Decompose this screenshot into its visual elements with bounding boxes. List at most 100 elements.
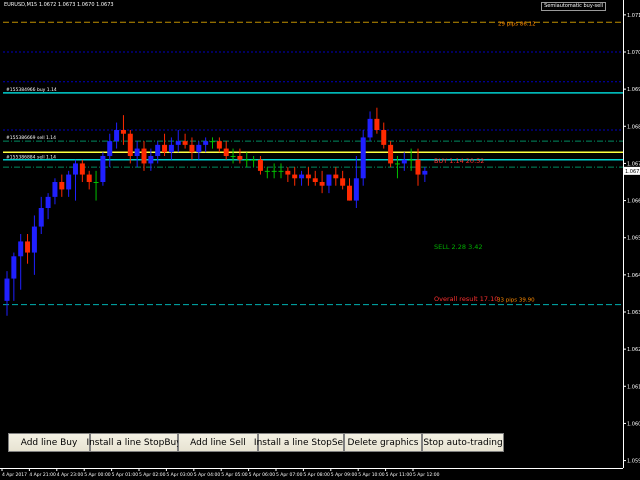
time-tick-label: 5 Apr 07:00 [276,472,303,478]
candle-body [251,159,257,161]
candle-body [86,174,92,182]
price-tick-label: 1.0695 [627,87,640,93]
symbol-info: EURUSD,M15 1.0672 1.0673 1.0670 1.0673 [4,2,114,8]
candle-body [340,178,346,186]
candle-body [305,174,311,179]
candle-body [347,185,352,201]
trade-toolbar: Add line Buy Install a line StopBuy Add … [8,433,504,453]
candle-body [244,159,250,161]
install-stopsell-button[interactable]: Install a line StopSell [254,433,348,452]
candle-body [141,148,147,164]
price-tick-label: 1.0625 [627,347,640,353]
candle-body [388,144,394,164]
time-tick-label: 5 Apr 12:00 [413,472,440,478]
time-tick-label: 5 Apr 01:00 [112,472,139,478]
candle-body [210,141,215,143]
install-stopbuy-button[interactable]: Install a line StopBuy [86,433,182,452]
candle-body [59,182,65,190]
candle-body [353,178,359,201]
candle-body [38,208,44,227]
candle-body [175,141,181,145]
time-tick-label: 5 Apr 05:00 [221,472,248,478]
candle-body [299,174,305,179]
candle-body [4,278,10,301]
candle-body [120,130,126,134]
candle-body [31,226,37,253]
time-tick-label: 5 Apr 09:00 [331,472,358,478]
candle-body [230,156,236,157]
candle-body [271,170,277,172]
candle-body [312,178,318,182]
candle-body [134,148,140,156]
overall-result-text: Overall result 17.10 [434,295,498,303]
candle-body [79,163,85,175]
candle-body [25,241,31,253]
chart-background [0,0,640,480]
time-tick-label: 4 Apr 2017 [2,472,27,478]
candle-body [367,118,373,138]
add-line-buy-button[interactable]: Add line Buy [8,433,90,452]
current-price-label: 1.0673 [625,169,640,175]
price-tick-label: 1.0645 [627,273,640,279]
candle-body [223,148,229,156]
sell-result-text: SELL 2.28 3.42 [434,243,483,251]
price-tick-label: 1.0705 [627,50,640,56]
candle-body [189,144,195,153]
candle-body [182,141,188,145]
time-tick-label: 4 Apr 23:00 [57,472,84,478]
price-tick-label: 1.0655 [627,236,640,242]
bottom-pips-label: 33 pips 39.90 [497,298,535,304]
time-tick-label: 5 Apr 02:00 [139,472,166,478]
buy-result-text: BUY 1.14 20.52 [434,157,484,165]
time-tick-label: 5 Apr 04:00 [194,472,221,478]
candle-body [127,133,133,156]
candle-body [360,137,366,179]
price-tick-label: 1.0665 [627,199,640,205]
candle-body [333,174,339,179]
candle-body [422,170,428,175]
price-tick-label: 1.0685 [627,124,640,130]
candle-body [11,256,17,279]
price-tick-label: 1.0615 [627,384,640,390]
candle-body [196,144,202,153]
candle-body [285,170,291,175]
time-tick-label: 4 Apr 21:00 [29,472,56,478]
candle-body [148,156,154,164]
candle-body [168,144,174,153]
price-tick-label: 1.0595 [627,459,640,465]
candle-body [401,159,407,164]
candle-body [73,163,78,175]
chart-canvas[interactable]: 29 pips 86.12 #155384966 buy 1.14 #1553866… [0,0,640,480]
candle-body [100,156,106,182]
candle-body [319,182,325,186]
candle-body [394,163,400,165]
candle-body [114,130,120,142]
price-tick-label: 1.0605 [627,421,640,427]
price-tick-label: 1.0675 [627,161,640,167]
candle-body [264,170,270,172]
candle-body [237,156,243,160]
candle-body [326,174,332,186]
price-tick-label: 1.0715 [627,13,640,19]
time-tick-label: 5 Apr 11:00 [386,472,413,478]
candle-body [381,130,387,145]
candle-body [45,196,51,208]
top-pips-label: 29 pips 86.12 [498,21,536,27]
candle-body [66,174,72,190]
time-tick-label: 5 Apr 10:00 [358,472,385,478]
candle-body [292,174,298,179]
candle-body [408,159,414,161]
price-chart[interactable]: 29 pips 86.12 #155384966 buy 1.14 #1553866… [0,0,640,480]
candle-body [52,182,58,197]
candle-body [18,241,24,257]
stop-auto-trading-button[interactable]: Stop auto-trading [422,433,504,452]
candle-body [93,182,99,183]
delete-graphics-button[interactable]: Delete graphics [344,433,422,452]
time-tick-label: 5 Apr 08:00 [303,472,330,478]
candle-body [155,144,161,156]
expert-name-badge: Semiautomatic buy-sell [541,2,606,11]
candle-body [216,141,222,149]
add-line-sell-button[interactable]: Add line Sell [178,433,258,452]
candle-body [415,159,421,175]
candle-body [107,141,113,156]
